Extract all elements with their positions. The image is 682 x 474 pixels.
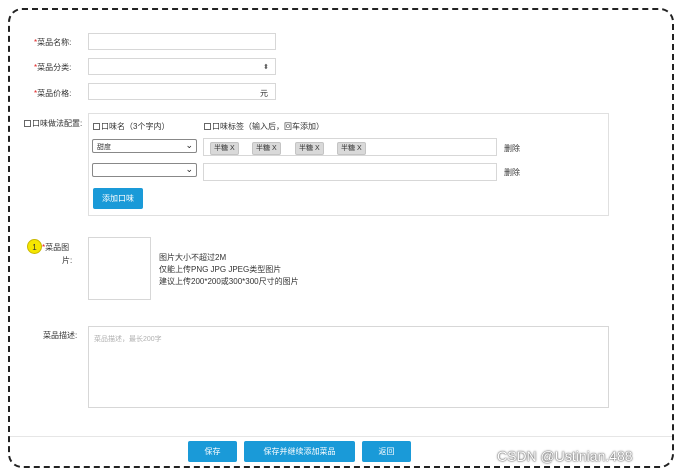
chevron-down-icon: ⌄ bbox=[185, 164, 193, 174]
dish-image-label-cont: 片: bbox=[62, 256, 73, 265]
back-button[interactable]: 返回 bbox=[362, 441, 411, 462]
delete-flavor-button-1[interactable]: 删除 bbox=[504, 143, 520, 154]
checkbox-icon bbox=[204, 123, 211, 130]
price-unit: 元 bbox=[260, 89, 268, 98]
flavor-name-select-1[interactable]: 甜度 ⌄ bbox=[92, 139, 197, 153]
select-arrows-icon: ⬍ bbox=[263, 64, 269, 71]
add-flavor-button[interactable]: 添加口味 bbox=[93, 188, 143, 209]
image-upload-area[interactable] bbox=[88, 237, 151, 300]
footer-divider bbox=[10, 436, 672, 437]
flavor-tags-input-2[interactable] bbox=[203, 163, 497, 181]
save-and-continue-button[interactable]: 保存并继续添加菜品 bbox=[244, 441, 355, 462]
flavor-tag[interactable]: 半糖 X bbox=[295, 142, 324, 155]
image-hint-size: 图片大小不超过2M bbox=[159, 253, 227, 262]
flavor-name-select-2[interactable]: ⌄ bbox=[92, 163, 197, 177]
description-placeholder: 菜品描述，最长200字 bbox=[94, 336, 162, 343]
dish-category-label: *菜品分类: bbox=[34, 63, 72, 72]
dish-price-input[interactable]: 元 bbox=[88, 83, 276, 100]
flavor-name-header: 口味名（3个字内） bbox=[93, 121, 169, 132]
flavor-tags-input-1[interactable]: 半糖 X 半糖 X 半糖 X 半糖 X bbox=[203, 138, 497, 156]
flavor-tag[interactable]: 半糖 X bbox=[337, 142, 366, 155]
dish-price-label: *菜品价格: bbox=[34, 89, 72, 98]
checkbox-icon bbox=[93, 123, 100, 130]
flavor-tag[interactable]: 半糖 X bbox=[210, 142, 239, 155]
dish-name-input[interactable] bbox=[88, 33, 276, 50]
delete-flavor-button-2[interactable]: 删除 bbox=[504, 167, 520, 178]
chevron-down-icon: ⌄ bbox=[185, 140, 193, 150]
dish-name-label: *菜品名称: bbox=[34, 38, 72, 47]
dish-description-textarea[interactable]: 菜品描述，最长200字 bbox=[88, 326, 609, 408]
image-hint-dimension: 建议上传200*200或300*300尺寸的图片 bbox=[159, 277, 299, 286]
dish-image-label: *菜品图 bbox=[42, 243, 70, 252]
flavor-config-label: 口味做法配置: bbox=[24, 118, 82, 129]
flavor-tags-header: 口味标签（输入后，回车添加） bbox=[204, 121, 324, 132]
watermark: CSDN @Ustinian.488 bbox=[497, 448, 633, 464]
flavor-tag[interactable]: 半糖 X bbox=[252, 142, 281, 155]
dish-description-label: 菜品描述: bbox=[43, 331, 78, 340]
checkbox-icon bbox=[24, 120, 31, 127]
save-button[interactable]: 保存 bbox=[188, 441, 237, 462]
step-badge: 1 bbox=[27, 239, 42, 254]
dish-category-select[interactable]: ⬍ bbox=[88, 58, 276, 75]
image-hint-type: 仅能上传PNG JPG JPEG类型图片 bbox=[159, 265, 282, 274]
